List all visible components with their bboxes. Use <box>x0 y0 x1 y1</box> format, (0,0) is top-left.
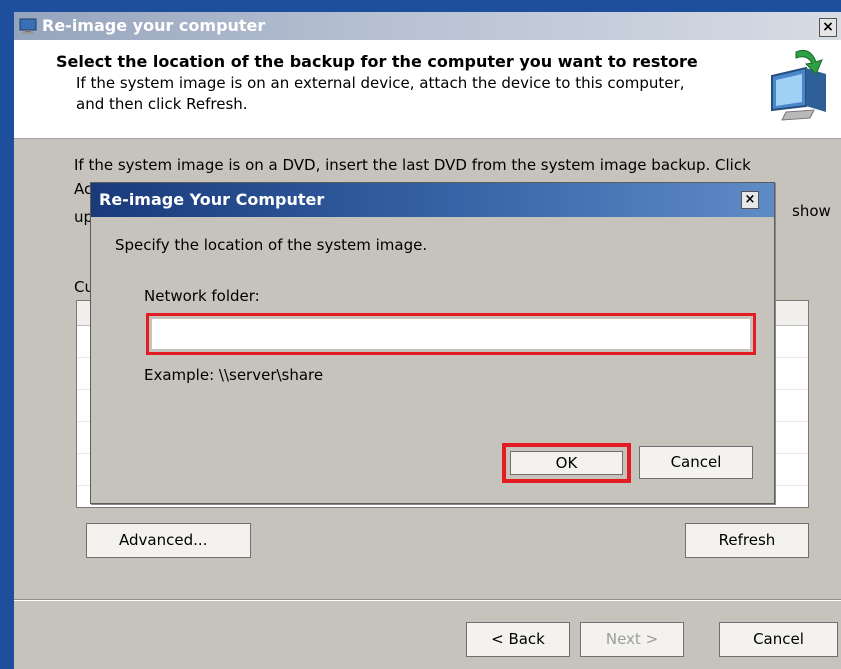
dialog-title-bar: Re-image Your Computer <box>91 183 774 217</box>
header-title: Select the location of the backup for th… <box>56 52 698 71</box>
network-folder-input[interactable] <box>152 319 750 349</box>
close-icon: × <box>744 192 756 207</box>
reimage-dialog: Re-image Your Computer × Specify the loc… <box>90 182 775 504</box>
wizard-title: Re-image your computer <box>42 16 266 35</box>
instruction-line-1: If the system image is on a DVD, insert … <box>74 156 751 174</box>
instruction-line-2-end: show <box>792 202 831 220</box>
close-icon: × <box>822 19 834 35</box>
footer-divider <box>14 599 841 601</box>
dialog-title: Re-image Your Computer <box>99 190 325 209</box>
network-folder-example: Example: \\server\share <box>144 366 324 384</box>
next-button: Next > <box>580 622 684 657</box>
wizard-title-bar: Re-image your computer <box>14 12 841 40</box>
network-folder-highlight <box>146 313 756 355</box>
computer-restore-icon <box>771 49 826 121</box>
back-button[interactable]: < Back <box>466 622 570 657</box>
ok-button-highlight: OK <box>502 443 631 483</box>
refresh-button[interactable]: Refresh <box>685 523 809 558</box>
cancel-button[interactable]: Cancel <box>719 622 838 657</box>
ok-button[interactable]: OK <box>510 451 623 475</box>
network-folder-label: Network folder: <box>144 287 260 305</box>
window-app-icon <box>19 18 37 34</box>
advanced-button[interactable]: Advanced... <box>86 523 251 558</box>
header-description-line-1: If the system image is on an external de… <box>76 74 685 92</box>
wizard-close-button[interactable]: × <box>819 18 837 37</box>
dialog-close-button[interactable]: × <box>741 191 759 209</box>
dialog-cancel-button[interactable]: Cancel <box>639 446 753 479</box>
header-description-line-2: and then click Refresh. <box>76 95 248 113</box>
dialog-prompt: Specify the location of the system image… <box>115 236 428 254</box>
